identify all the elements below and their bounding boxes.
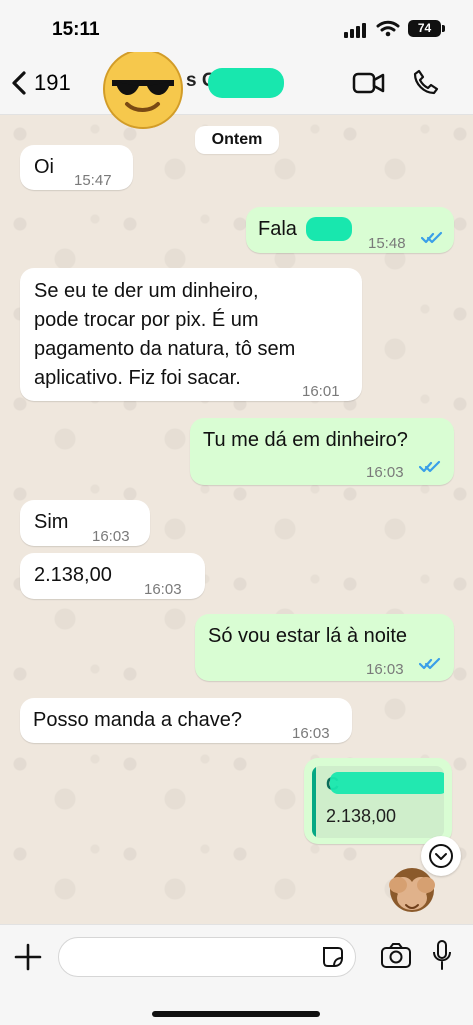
back-button[interactable]: 191 bbox=[10, 66, 80, 100]
message-posso-manda[interactable]: Posso manda a chave? 16:03 bbox=[20, 698, 352, 743]
signal-icon bbox=[344, 23, 366, 38]
double-check-icon bbox=[419, 460, 441, 473]
message-text: Fala bbox=[258, 218, 297, 240]
quoted-value: 2.138,00 bbox=[326, 806, 397, 826]
message-line-1: Se eu te der um dinheiro, bbox=[34, 280, 259, 302]
day-label: Ontem bbox=[195, 126, 279, 154]
back-count: 191 bbox=[34, 70, 71, 95]
message-text: 2.138,00 bbox=[34, 564, 112, 586]
status-time: 15:11 bbox=[52, 19, 100, 40]
home-indicator bbox=[152, 1011, 320, 1017]
plus-icon[interactable] bbox=[14, 943, 42, 971]
message-time: 16:03 bbox=[292, 725, 330, 742]
author-redaction bbox=[330, 772, 444, 794]
chevron-left-icon bbox=[12, 71, 26, 95]
reply-preview-bubble[interactable]: C 2.138,00 bbox=[304, 758, 452, 844]
quoted-message[interactable]: C 2.138,00 bbox=[312, 766, 444, 838]
message-time: 15:48 bbox=[368, 235, 406, 252]
status-bar: 15:11 74 bbox=[0, 0, 473, 52]
microphone-icon[interactable] bbox=[431, 939, 453, 971]
message-composer bbox=[0, 924, 473, 1025]
message-time: 16:03 bbox=[366, 464, 404, 481]
message-time: 16:01 bbox=[302, 383, 340, 400]
message-fala[interactable]: Fala 15:48 bbox=[246, 207, 454, 253]
message-text: Tu me dá em dinheiro? bbox=[203, 429, 408, 451]
message-line-2: pode trocar por pix. É um bbox=[34, 309, 259, 331]
wifi-icon bbox=[376, 20, 400, 37]
message-tu-me-da[interactable]: Tu me dá em dinheiro? 16:03 bbox=[190, 418, 454, 485]
message-line-3: pagamento da natura, tô sem bbox=[34, 338, 296, 360]
name-redaction bbox=[208, 68, 284, 98]
message-time: 16:03 bbox=[92, 528, 130, 545]
message-time: 15:47 bbox=[74, 172, 112, 189]
message-time: 16:03 bbox=[366, 661, 404, 678]
sunglasses-emoji-icon[interactable] bbox=[100, 46, 186, 132]
message-text: Só vou estar lá à noite bbox=[208, 625, 408, 647]
message-text: Oi bbox=[34, 156, 54, 178]
video-camera-icon[interactable] bbox=[352, 70, 386, 96]
message-amount[interactable]: 2.138,00 16:03 bbox=[20, 553, 205, 599]
phone-icon[interactable] bbox=[412, 68, 440, 96]
double-check-icon bbox=[421, 231, 443, 244]
double-check-icon bbox=[419, 657, 441, 670]
quote-stripe bbox=[312, 766, 316, 838]
battery-indicator: 74 bbox=[408, 20, 445, 37]
message-input[interactable] bbox=[58, 937, 356, 977]
message-text: Sim bbox=[34, 511, 69, 533]
message-text: Posso manda a chave? bbox=[33, 709, 243, 731]
chat-header: 191 s G bbox=[0, 49, 473, 129]
message-se-eu-te-der[interactable]: Se eu te der um dinheiro, pode trocar po… bbox=[20, 268, 362, 401]
message-sim[interactable]: Sim 16:03 bbox=[20, 500, 150, 546]
message-time: 16:03 bbox=[144, 581, 182, 598]
message-oi[interactable]: Oi 15:47 bbox=[20, 145, 133, 190]
sticker-icon[interactable] bbox=[320, 944, 346, 970]
see-no-evil-monkey-icon bbox=[389, 868, 435, 912]
message-so-vou-estar[interactable]: Só vou estar lá à noite 16:03 bbox=[195, 614, 454, 681]
message-line-4: aplicativo. Fiz foi sacar. bbox=[34, 367, 241, 389]
camera-icon[interactable] bbox=[380, 942, 412, 970]
name-redaction bbox=[306, 217, 352, 241]
